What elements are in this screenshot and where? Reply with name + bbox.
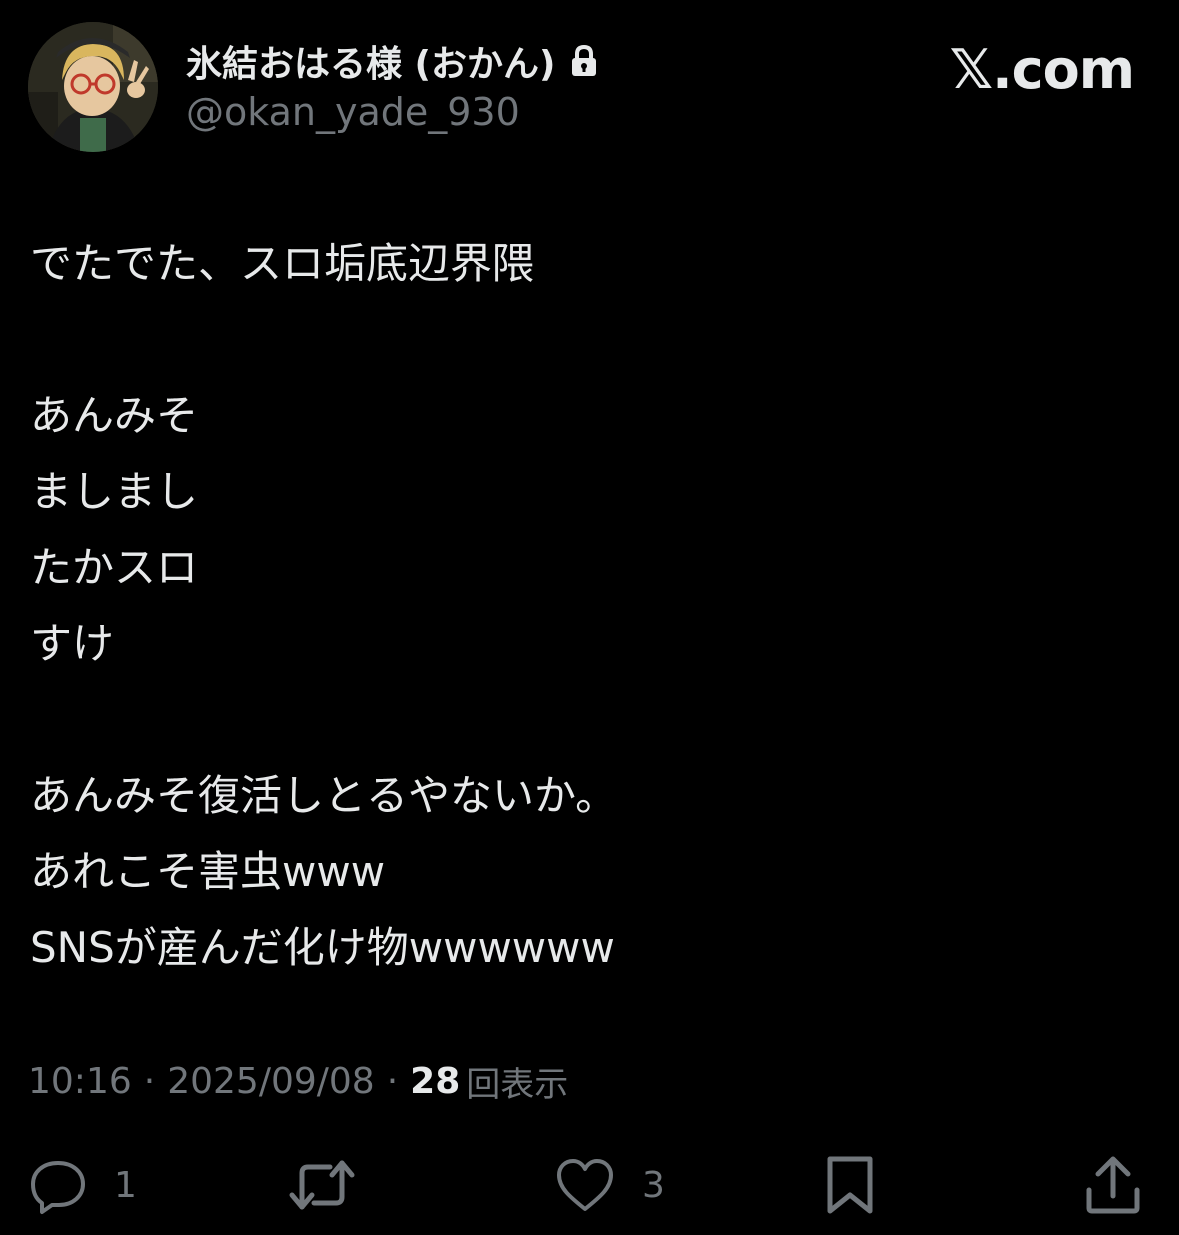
tweet-header: 氷結おはる様 (おかん) @okan_yade_930 𝕏.com (28, 22, 1158, 152)
reply-button[interactable]: 1 (28, 1150, 137, 1220)
reply-icon (28, 1155, 88, 1215)
views-label: 回表示 (466, 1064, 569, 1105)
meta-separator: · (386, 1060, 399, 1102)
views-count: 28 (410, 1060, 461, 1102)
retweet-icon (286, 1155, 358, 1215)
tweet-line: ましまし (30, 467, 199, 516)
like-button[interactable]: 3 (554, 1150, 665, 1220)
tweet-line: でたでた、スロ垢底辺界隈 (30, 239, 535, 288)
tweet-text: でたでた、スロ垢底辺界隈 あんみそ ましまし たかスロ すけ あんみそ復活しとる… (30, 226, 1150, 986)
lock-icon (569, 44, 599, 78)
meta-separator: · (143, 1060, 156, 1102)
user-identity: 氷結おはる様 (おかん) @okan_yade_930 (186, 36, 599, 134)
tweet-meta: 10:16 · 2025/09/08 · 28 回表示 (28, 1056, 568, 1106)
share-icon (1084, 1154, 1142, 1216)
tweet-line: あんみそ復活しとるやないか。 (30, 771, 618, 820)
tweet-line: たかスロ (30, 543, 199, 592)
tweet-line: SNSが産んだ化け物wwwwww (30, 923, 615, 972)
tweet-date[interactable]: 2025/09/08 (167, 1061, 375, 1102)
bookmark-button[interactable] (824, 1150, 876, 1220)
heart-icon (554, 1155, 616, 1215)
display-name[interactable]: 氷結おはる様 (おかん) (186, 35, 555, 87)
reply-count: 1 (114, 1164, 137, 1206)
user-avatar-icon[interactable] (28, 22, 158, 152)
retweet-button[interactable] (286, 1150, 384, 1220)
tweet-line: すけ (30, 619, 115, 668)
bookmark-icon (824, 1153, 876, 1217)
share-button[interactable] (1084, 1150, 1142, 1220)
display-name-row: 氷結おはる様 (おかん) (186, 36, 599, 86)
tweet-line: あれこそ害虫www (30, 847, 386, 896)
tweet-time[interactable]: 10:16 (28, 1061, 132, 1102)
like-count: 3 (642, 1164, 665, 1206)
x-brand-logo: 𝕏.com (949, 38, 1135, 101)
tweet-line: あんみそ (30, 391, 199, 440)
tweet-actions-bar: 1 3 (0, 1150, 1179, 1220)
user-handle[interactable]: @okan_yade_930 (186, 90, 599, 134)
